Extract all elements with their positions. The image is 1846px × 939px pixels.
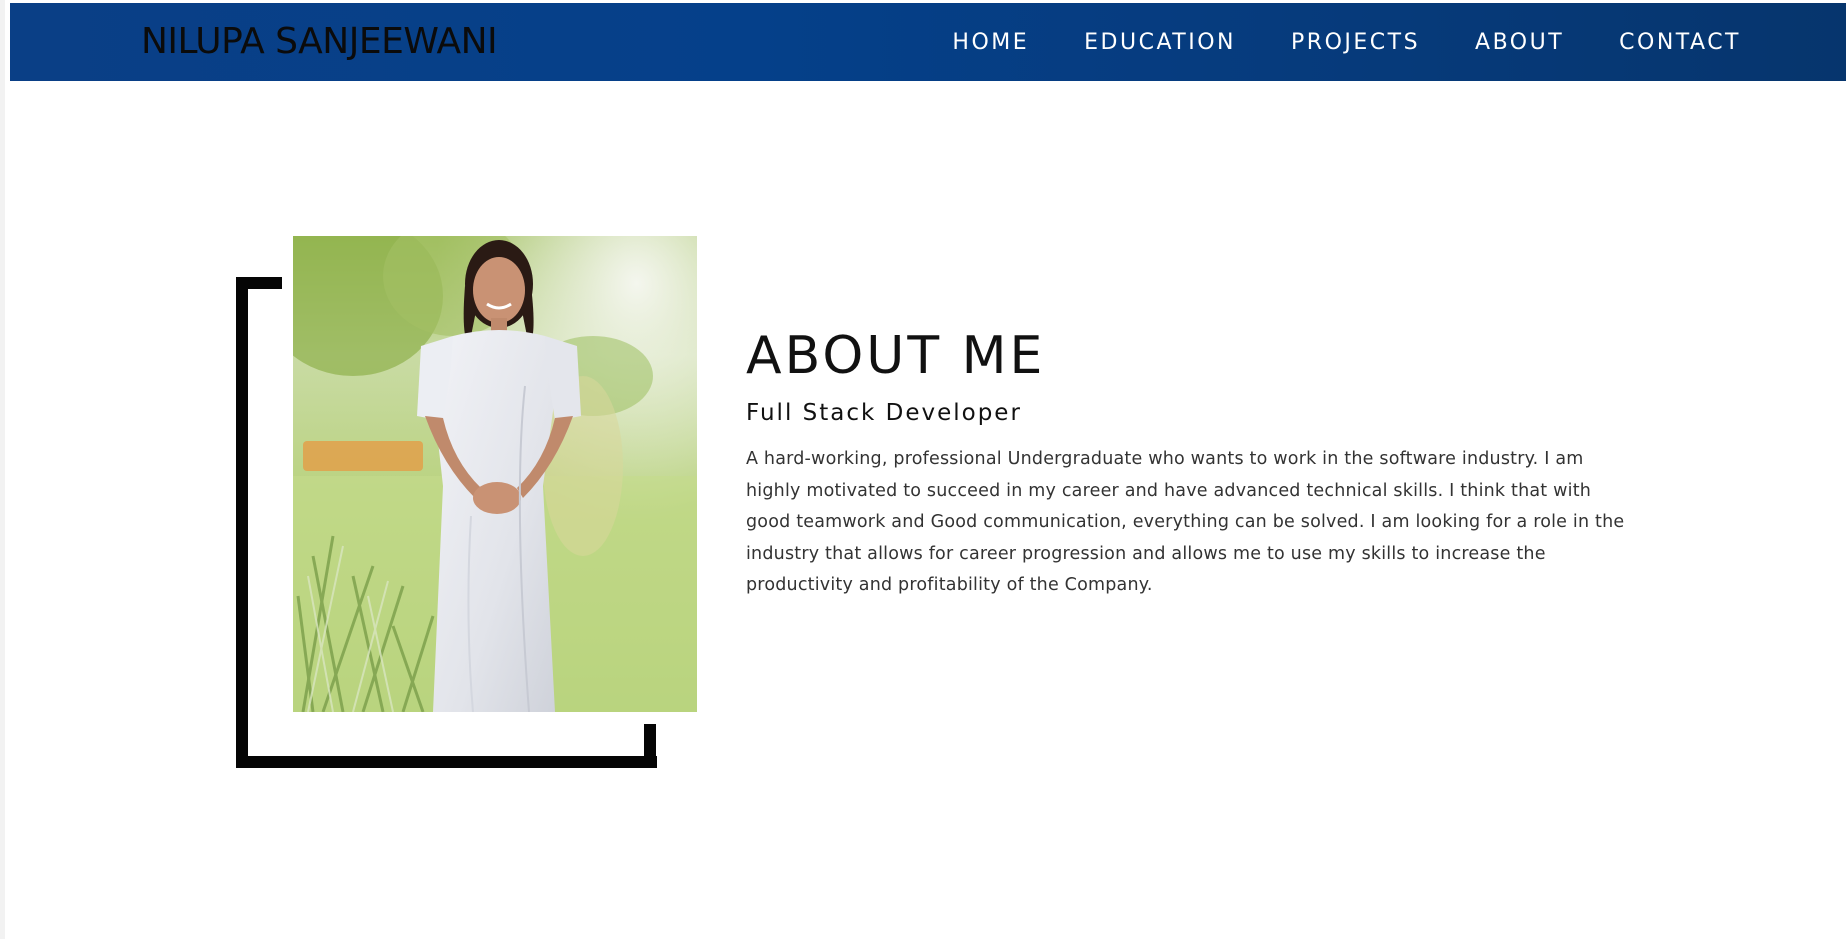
nav-link-education[interactable]: EDUCATION — [1084, 30, 1236, 55]
nav-link-about[interactable]: ABOUT — [1475, 30, 1564, 55]
profile-photo — [293, 236, 697, 712]
page: NILUPA SANJEEWANI HOME EDUCATION PROJECT… — [0, 0, 1846, 939]
navbar: NILUPA SANJEEWANI HOME EDUCATION PROJECT… — [10, 3, 1846, 81]
nav-link-projects[interactable]: PROJECTS — [1291, 30, 1420, 55]
about-description: A hard-working, professional Undergradua… — [746, 449, 1625, 595]
profile-photo-section — [234, 234, 699, 770]
about-subtitle: Full Stack Developer — [746, 400, 1022, 426]
frame-bottom-bar — [236, 756, 657, 768]
profile-photo-illustration — [293, 236, 697, 712]
nav-link-contact[interactable]: CONTACT — [1619, 30, 1741, 55]
frame-right-bar — [644, 724, 656, 768]
brand-name[interactable]: NILUPA SANJEEWANI — [141, 21, 498, 62]
nav-link-home[interactable]: HOME — [952, 30, 1029, 55]
frame-top-bar — [236, 277, 282, 289]
about-section: ABOUT ME Full Stack Developer A hard-wor… — [746, 326, 1626, 602]
nav-links: HOME EDUCATION PROJECTS ABOUT CONTACT — [952, 3, 1741, 81]
about-title: ABOUT ME — [746, 326, 1046, 386]
frame-left-bar — [236, 277, 248, 767]
